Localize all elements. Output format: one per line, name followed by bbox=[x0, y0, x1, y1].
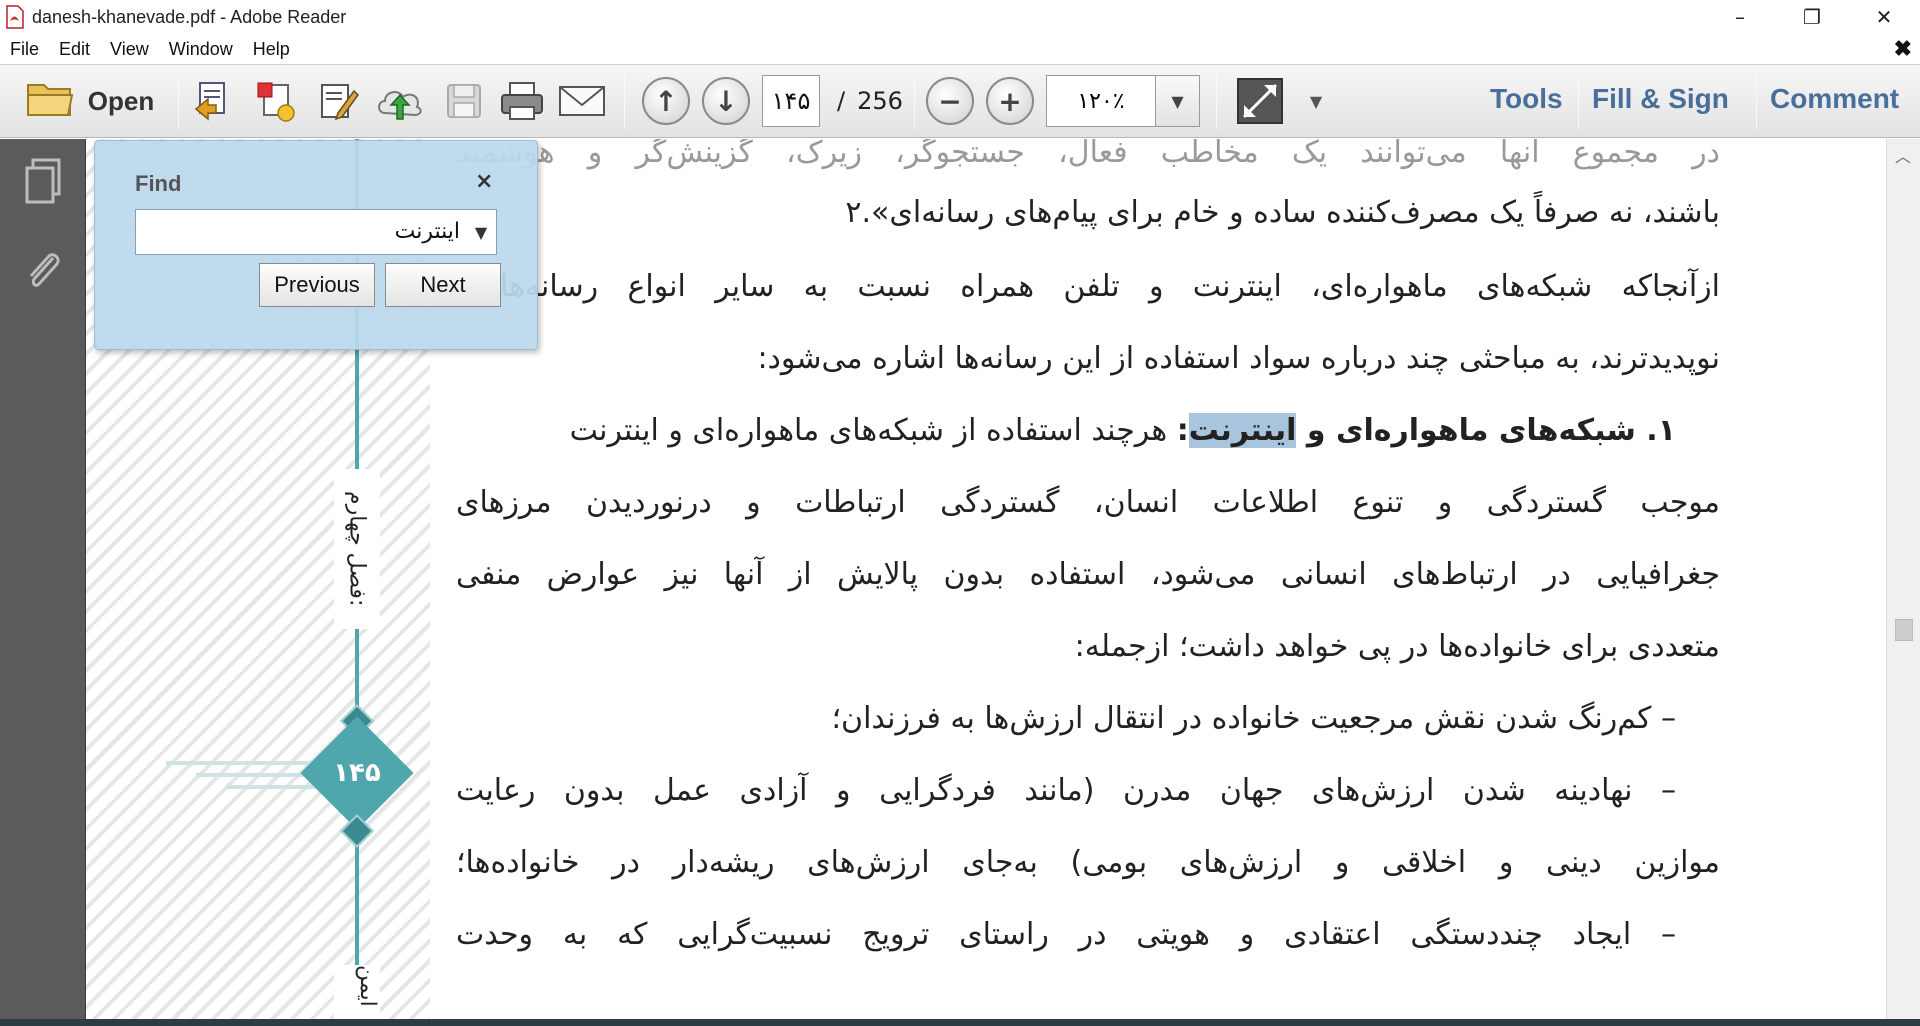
comment-pane-button[interactable]: Comment bbox=[1770, 83, 1899, 115]
save-disk-icon bbox=[447, 84, 481, 118]
print-button[interactable] bbox=[496, 73, 548, 129]
attachments-button[interactable] bbox=[20, 243, 66, 297]
scroll-thumb[interactable] bbox=[1895, 619, 1913, 641]
text-line-6: موجب گستردگی و تنوع اطلاعات انسان، گسترد… bbox=[456, 485, 1720, 520]
chevron-down-icon[interactable]: ▼ bbox=[1155, 76, 1199, 126]
menu-edit[interactable]: Edit bbox=[49, 34, 100, 64]
convert-pdf-icon bbox=[257, 82, 295, 122]
minus-icon: − bbox=[926, 77, 974, 125]
next-page-button[interactable]: ↓ bbox=[702, 73, 750, 129]
cloud-upload-icon bbox=[378, 91, 422, 120]
page-thumbnails-button[interactable] bbox=[20, 155, 66, 209]
pdf-file-icon bbox=[4, 5, 26, 29]
text-line-7: جغرافیایی در ارتباط‌های انسانی می‌شود، ا… bbox=[456, 557, 1720, 592]
heading-line: ۱. شبکه‌های ماهواره‌ای و اینترنت: هرچند … bbox=[456, 401, 1720, 461]
navigation-pane bbox=[0, 139, 86, 1026]
pages-icon bbox=[25, 158, 61, 204]
text-line-3: ازآنجاکه شبکه‌های ماهواره‌ای، اینترنت و … bbox=[500, 269, 1720, 304]
minimize-button[interactable]: – bbox=[1704, 0, 1776, 34]
menu-bar: File Edit View Window Help ✖ bbox=[0, 34, 1920, 64]
find-next-button[interactable]: Next bbox=[385, 263, 501, 307]
search-highlight: اینترنت bbox=[1188, 413, 1297, 448]
main-toolbar: Open ↑ ↓ ۱۴۵ / 256 − + ۱۲۰٪ ▼ ▼ Tools Fi… bbox=[0, 64, 1920, 138]
folder-icon bbox=[26, 79, 74, 123]
page-number-label: ۱۴۵ bbox=[333, 758, 381, 788]
menu-help[interactable]: Help bbox=[243, 34, 300, 64]
heading-number: ۱. bbox=[1635, 413, 1676, 448]
heading-rest: هرچند استفاده از شبکه‌های ماهواره‌ای و ا… bbox=[569, 413, 1177, 448]
arrow-up-icon: ↑ bbox=[642, 77, 690, 125]
window-title: danesh-khanevade.pdf - Adobe Reader bbox=[32, 6, 347, 27]
tools-pane-button[interactable]: Tools bbox=[1490, 83, 1563, 115]
bottom-edge bbox=[0, 1019, 1920, 1026]
edit-document-icon bbox=[321, 84, 359, 121]
text-line-12: – ایجاد چنددستگی اعتقادی و هویتی در راست… bbox=[456, 917, 1676, 952]
convert-pdf-button[interactable] bbox=[252, 73, 300, 129]
paperclip-icon bbox=[29, 253, 60, 287]
page-separator: / bbox=[837, 87, 846, 115]
toolbar-options-button[interactable]: ▼ bbox=[1298, 73, 1334, 129]
save-button[interactable] bbox=[440, 73, 488, 129]
text-line-10: – نهادینه شدن ارزش‌های جهان مدرن (مانند … bbox=[456, 773, 1676, 808]
previous-page-button[interactable]: ↑ bbox=[642, 73, 690, 129]
text-line-2: باشند، نه صرفاً یک مصرف‌کننده ساده و خام… bbox=[845, 195, 1720, 230]
toolbar-options-icon: ▼ bbox=[1309, 91, 1323, 111]
menu-view[interactable]: View bbox=[100, 34, 159, 64]
fill-sign-pane-button[interactable]: Fill & Sign bbox=[1592, 83, 1729, 115]
menu-window[interactable]: Window bbox=[159, 34, 243, 64]
find-close-button[interactable]: × bbox=[475, 169, 493, 194]
title-bar: danesh-khanevade.pdf - Adobe Reader – ❐ … bbox=[0, 0, 1920, 34]
create-pdf-icon bbox=[194, 82, 225, 121]
zoom-value: ۱۲۰٪ bbox=[1077, 88, 1125, 114]
heading-bold-prefix: شبکه‌های ماهواره‌ای و bbox=[1296, 413, 1636, 448]
vertical-scrollbar[interactable]: ︿ bbox=[1886, 139, 1920, 1019]
text-line-9: – کم‌رنگ شدن نقش مرجعیت خانواده در انتقا… bbox=[831, 701, 1676, 736]
zoom-out-button[interactable]: − bbox=[926, 73, 974, 129]
scroll-up-icon[interactable]: ︿ bbox=[1895, 143, 1911, 167]
email-button[interactable] bbox=[556, 73, 608, 129]
close-document-button[interactable]: ✖ bbox=[1894, 34, 1912, 64]
find-query[interactable]: اینترنت bbox=[136, 210, 466, 254]
find-input[interactable]: اینترنت ▼ bbox=[135, 209, 497, 255]
zoom-in-button[interactable]: + bbox=[986, 73, 1034, 129]
chapter-label-next: ایمن bbox=[334, 965, 380, 1019]
close-window-button[interactable]: ✕ bbox=[1848, 0, 1920, 34]
envelope-icon bbox=[559, 86, 605, 116]
find-title: Find bbox=[135, 171, 182, 196]
text-line-8: متعددی برای خانواده‌ها در پی خواهد داشت؛… bbox=[1074, 629, 1720, 664]
create-pdf-button[interactable] bbox=[190, 73, 238, 129]
expand-arrows-icon bbox=[1237, 78, 1283, 124]
heading-bold-suffix: : bbox=[1176, 413, 1189, 448]
page-total: 256 bbox=[857, 87, 903, 115]
printer-icon bbox=[501, 82, 543, 120]
find-panel: Find × اینترنت ▼ Previous Next bbox=[94, 140, 538, 350]
find-dropdown-icon[interactable]: ▼ bbox=[466, 210, 496, 254]
edit-pdf-button[interactable] bbox=[314, 73, 362, 129]
text-line-1: در مجموع آنها می‌توانند یک مخاطب فعال، ج… bbox=[456, 139, 1720, 170]
text-line-11: موازین دینی و اخلاقی و ارزش‌های بومی) به… bbox=[456, 845, 1720, 880]
find-previous-button[interactable]: Previous bbox=[259, 263, 375, 307]
restore-button[interactable]: ❐ bbox=[1776, 0, 1848, 34]
chapter-label: فصل چهارم: bbox=[334, 469, 380, 629]
open-label: Open bbox=[87, 85, 155, 116]
arrow-down-icon: ↓ bbox=[702, 77, 750, 125]
page-number-input[interactable]: ۱۴۵ bbox=[762, 75, 820, 127]
margin-decoration-lines bbox=[166, 761, 316, 789]
plus-icon: + bbox=[986, 77, 1034, 125]
zoom-select[interactable]: ۱۲۰٪ ▼ bbox=[1046, 75, 1200, 127]
menu-file[interactable]: File bbox=[0, 34, 49, 64]
open-button[interactable]: Open bbox=[10, 73, 170, 129]
full-screen-button[interactable] bbox=[1234, 73, 1286, 129]
text-line-4: نوپدیدترند، به مباحثی چند درباره سواد اس… bbox=[757, 341, 1720, 376]
upload-cloud-button[interactable] bbox=[374, 73, 426, 129]
